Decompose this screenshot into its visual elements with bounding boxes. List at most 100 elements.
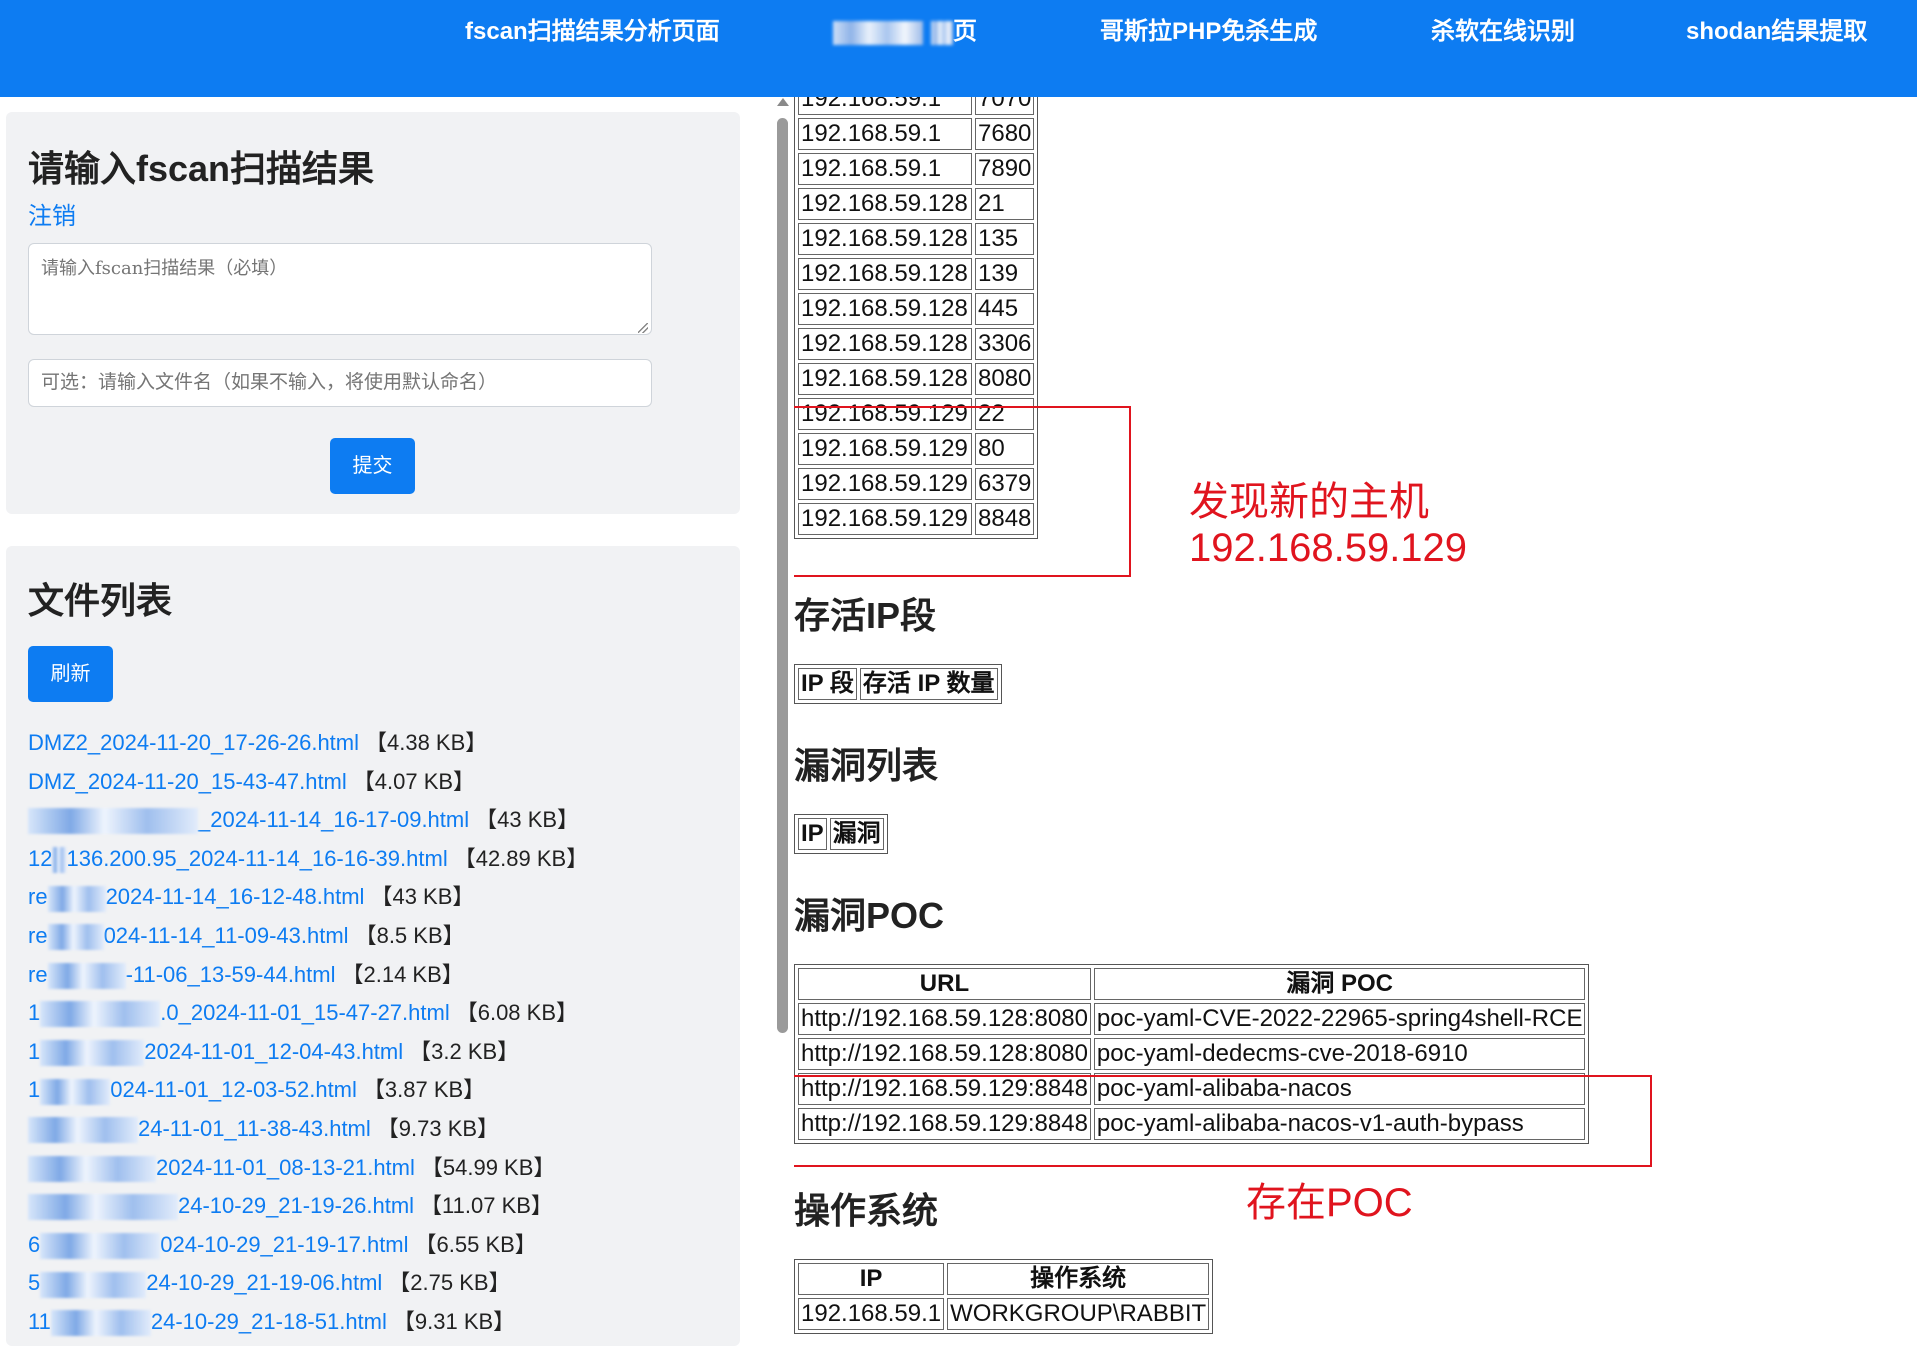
file-link[interactable]: 6 024-10-29_21-19-17.html (28, 1231, 409, 1259)
poc-row-cell: http://192.168.59.128:8080 (798, 1003, 1091, 1035)
file-size: 【2.75 KB】 (388, 1270, 511, 1296)
resize-grip-icon[interactable] (638, 323, 648, 333)
file-size: 【4.07 KB】 (352, 768, 476, 794)
scrollbar-thumb[interactable] (777, 118, 788, 1033)
new-host-highlight-box (794, 406, 1131, 577)
refresh-button[interactable]: 刷新 (28, 646, 113, 702)
port-row: 192.168.59.1 7070 (798, 97, 1035, 115)
nav-av-detect[interactable]: 杀软在线识别 (1431, 16, 1575, 48)
new-host-annotation: 发现新的主机 192.168.59.129 (1189, 479, 1467, 571)
nav-fscan-analysis[interactable]: fscan扫描结果分析页面 (465, 16, 720, 48)
redacted-text (40, 1232, 161, 1259)
port-row-cell: 139 (975, 258, 1035, 290)
new-host-annotation-line2: 192.168.59.129 (1189, 526, 1468, 570)
file-size: 【6.55 KB】 (414, 1231, 537, 1257)
port-row-cell: 8080 (975, 363, 1035, 395)
port-row: 192.168.59.128 445 (798, 293, 1035, 325)
file-size: 【4.38 KB】 (365, 730, 488, 755)
port-row: 192.168.59.128 3306 (798, 328, 1035, 360)
file-link[interactable]: 12 136.200.95_2024-11-14_16-16-39.html (28, 845, 448, 873)
file-name: 024-11-14_11-09-43.html (103, 922, 349, 948)
poc-row-cell: http://192.168.59.128:8080 (798, 1038, 1091, 1070)
file-name: 2024-11-01_08-13-21.html (156, 1154, 415, 1180)
file-link[interactable]: 24-11-01_11-38-43.html (28, 1115, 371, 1144)
new-host-annotation-line1: 发现新的主机 (1189, 480, 1429, 524)
file-link[interactable]: re 2024-11-14_16-12-48.html (28, 884, 365, 912)
form-title: 请输入fscan扫描结果 (28, 148, 375, 189)
file-name: -11-06_13-59-44.html (125, 961, 336, 987)
redacted-text (28, 1194, 178, 1221)
poc-header-url: URL (798, 968, 1091, 1000)
poc-row-cell: poc-yaml-dedecms-cve-2018-6910 (1093, 1038, 1586, 1070)
filename-input[interactable] (28, 359, 652, 407)
file-name: 024-10-29_21-19-17.html (160, 1231, 409, 1257)
port-row: 192.168.59.128 8080 (798, 363, 1035, 395)
port-row: 192.168.59.1 7890 (798, 153, 1035, 185)
blurred-nav-text (833, 20, 923, 45)
file-name: 24-11-01_11-38-43.html (138, 1115, 371, 1141)
file-link[interactable]: 1 .0_2024-11-01_15-47-27.html (28, 1000, 450, 1028)
file-link[interactable]: 1 024-11-01_12-03-52.html (28, 1077, 357, 1105)
file-name: 2024-11-01_12-04-43.html (144, 1038, 404, 1064)
file-name: 2024-11-14_16-12-48.html (105, 884, 365, 910)
file-name-prefix: 1 (28, 1000, 41, 1026)
file-name-prefix: 6 (28, 1231, 41, 1257)
file-item: 1 .0_2024-11-01_15-47-27.html 【6.08 KB】 (28, 994, 588, 1033)
file-link[interactable]: re 024-11-14_11-09-43.html (28, 922, 349, 951)
nav-blurred-item[interactable]: 页 (833, 16, 977, 48)
file-link[interactable]: 2024-11-01_08-13-21.html (28, 1154, 415, 1182)
fscan-result-textarea[interactable] (28, 243, 652, 335)
file-link[interactable]: 5 24-10-29_21-19-06.html (28, 1270, 382, 1298)
file-size: 【2.14 KB】 (341, 961, 464, 987)
poc-row-cell: poc-yaml-CVE-2022-22965-spring4shell-RCE (1093, 1003, 1586, 1035)
logout-link[interactable]: 注销 (28, 196, 76, 231)
file-link[interactable]: DMZ_2024-11-20_15-43-47.html (28, 769, 347, 794)
file-name-prefix: 1 (28, 1077, 41, 1103)
file-link[interactable]: _2024-11-14_16-17-09.html (28, 807, 469, 835)
port-row-cell: 192.168.59.128 (798, 328, 972, 360)
nav-godzilla-php[interactable]: 哥斯拉PHP免杀生成 (1100, 16, 1317, 48)
file-size: 【6.08 KB】 (455, 1000, 578, 1026)
file-name: 24-10-29_21-19-26.html (178, 1193, 415, 1219)
port-row: 192.168.59.128 21 (798, 188, 1035, 220)
scroll-up-arrow-icon[interactable] (777, 98, 789, 106)
file-link[interactable]: 24-10-29_21-19-26.html (28, 1193, 415, 1221)
os-title: 操作系统 (794, 1190, 939, 1231)
redacted-text (28, 1155, 156, 1182)
nav-shodan-extract[interactable]: shodan结果提取 (1686, 16, 1867, 48)
redacted-text (40, 1039, 145, 1066)
poc-highlight-box (794, 1075, 1652, 1167)
file-item: re -11-06_13-59-44.html 【2.14 KB】 (28, 956, 588, 995)
file-size: 【11.07 KB】 (420, 1193, 553, 1219)
file-link[interactable]: 11 24-10-29_21-18-51.html (28, 1308, 387, 1337)
file-name-prefix: 5 (28, 1270, 41, 1296)
file-item: 5 24-10-29_21-19-06.html 【2.75 KB】 (28, 1264, 588, 1303)
file-link[interactable]: 1 2024-11-01_12-04-43.html (28, 1038, 404, 1066)
file-list-panel: 文件列表 刷新 DMZ2_2024-11-20_17-26-26.html 【4.… (6, 546, 740, 1346)
redacted-text (40, 1271, 147, 1298)
file-name-prefix: re (28, 922, 48, 948)
file-link[interactable]: DMZ2_2024-11-20_17-26-26.html (28, 730, 359, 755)
vuln-header-ip: IP (798, 818, 827, 850)
file-size: 【42.89 KB】 (453, 845, 589, 871)
file-list: DMZ2_2024-11-20_17-26-26.html 【4.38 KB】 DM… (28, 724, 588, 1342)
redacted-text (50, 1310, 151, 1337)
port-row-cell: 445 (975, 293, 1035, 325)
file-name: 136.200.95_2024-11-14_16-16-39.html (66, 845, 448, 871)
file-size: 【43 KB】 (370, 884, 475, 910)
file-link[interactable]: re -11-06_13-59-44.html (28, 961, 336, 989)
poc-exists-annotation: 存在POC (1246, 1181, 1413, 1225)
scan-results-content: 192.168.59.1 7070 192.168.59.1 7680 192.168.… (794, 97, 1914, 1339)
file-item: 2024-11-01_08-13-21.html 【54.99 KB】 (28, 1149, 588, 1188)
file-item: re 024-11-14_11-09-43.html 【8.5 KB】 (28, 917, 588, 956)
os-header-os: 操作系统 (947, 1263, 1210, 1295)
port-row-cell: 192.168.59.128 (798, 188, 972, 220)
vuln-poc-title: 漏洞POC (794, 895, 945, 936)
file-name: 24-10-29_21-18-51.html (150, 1308, 387, 1334)
file-size: 【3.87 KB】 (362, 1077, 486, 1103)
alive-ip-header-count: 存活 IP 数量 (859, 668, 998, 700)
submit-button[interactable]: 提交 (330, 438, 415, 494)
file-name-prefix: 12 (28, 845, 53, 871)
port-row-cell: 21 (975, 188, 1035, 220)
alive-ip-table: IP 段存活 IP 数量 (794, 664, 1002, 704)
